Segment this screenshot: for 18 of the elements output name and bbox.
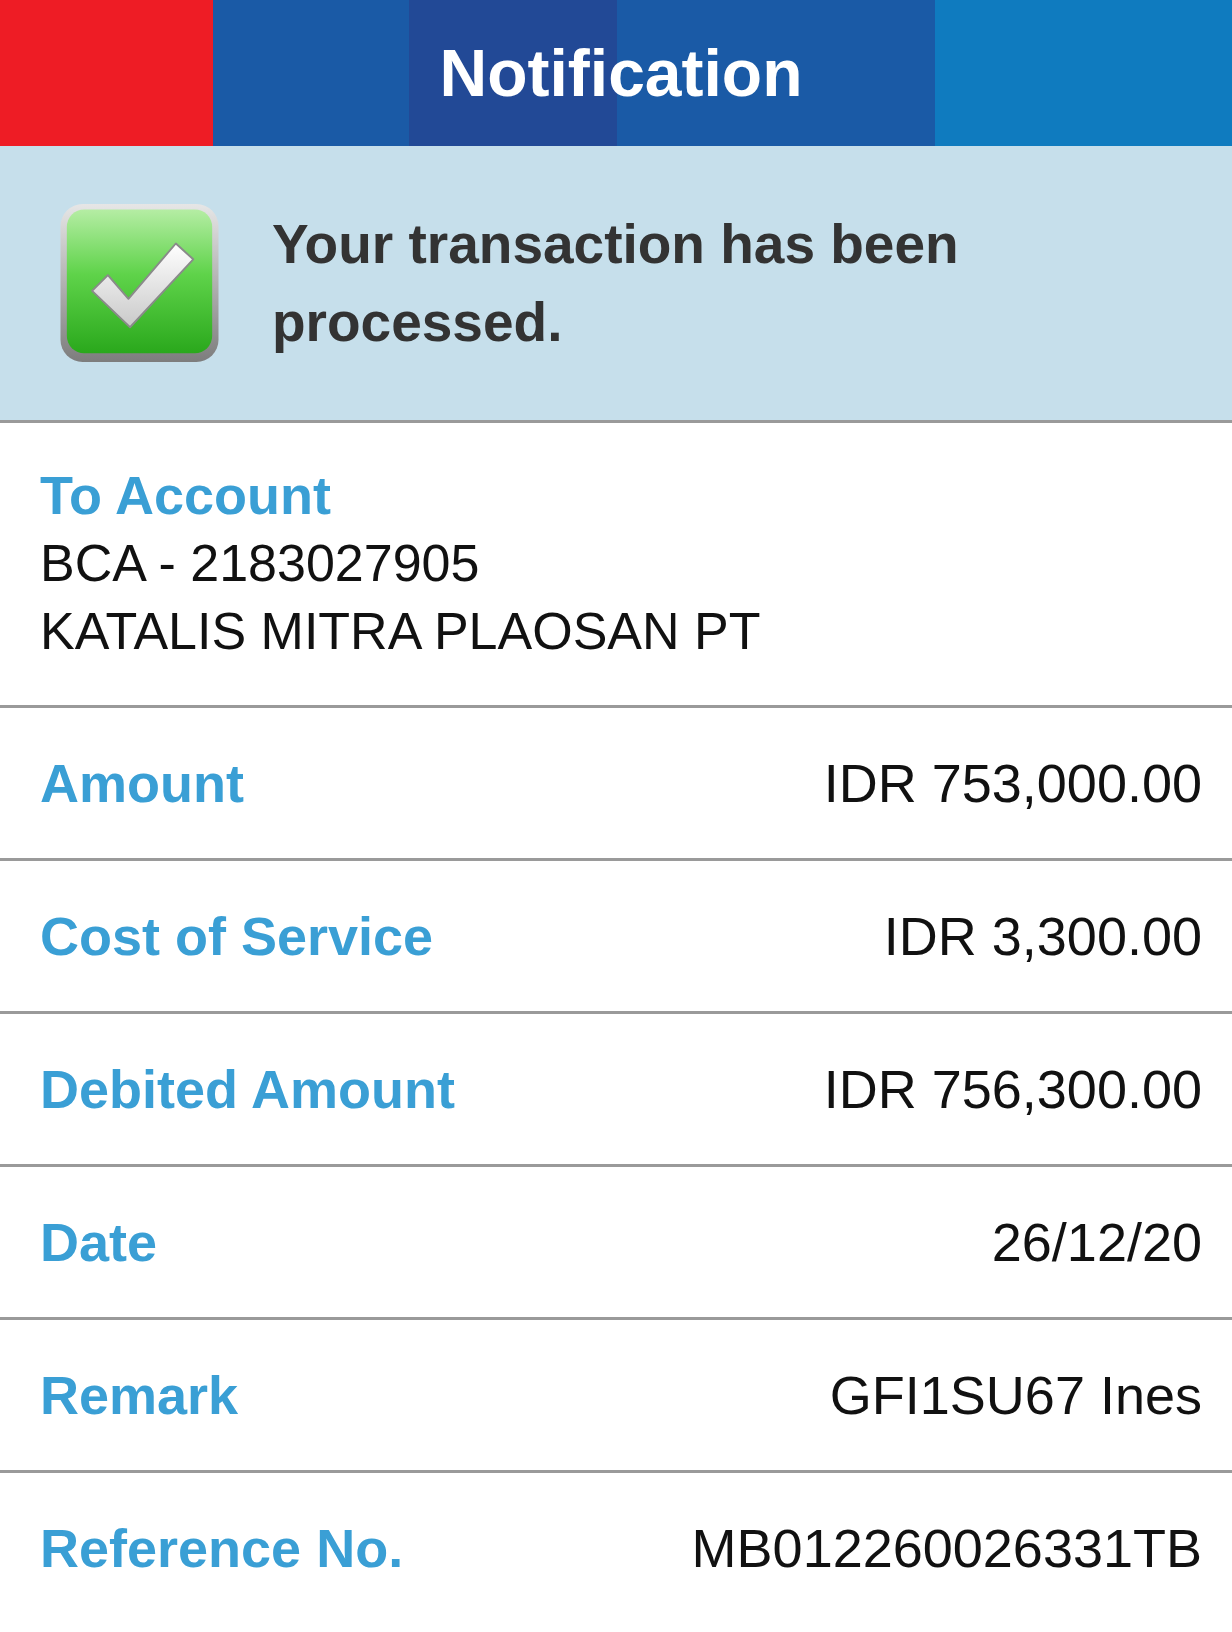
field-value: IDR 3,300.00 (883, 905, 1202, 967)
field-label: Reference No. (40, 1517, 404, 1579)
field-value: MB012260026331TB (691, 1517, 1202, 1579)
field-label: Cost of Service (40, 905, 434, 967)
field-value: IDR 756,300.00 (823, 1058, 1202, 1120)
field-value: IDR 753,000.00 (823, 752, 1202, 814)
field-label: Amount (40, 752, 244, 814)
status-message: Your transaction has been processed. (272, 212, 960, 355)
account-detail-text: KATALIS MITRA PLAOSAN PT (40, 601, 762, 662)
header-title: Notification (438, 40, 803, 106)
field-label: Remark (40, 1364, 239, 1426)
field-label: Date (40, 1211, 158, 1273)
account-detail-text: BCA - 2183027905 (40, 533, 481, 594)
field-label: Debited Amount (40, 1058, 455, 1120)
checkmark-icon (59, 204, 220, 362)
field-value: 26/12/20 (991, 1211, 1202, 1273)
field-label: To Account (40, 464, 332, 527)
field-value: GFI1SU67 Ines (829, 1364, 1202, 1426)
